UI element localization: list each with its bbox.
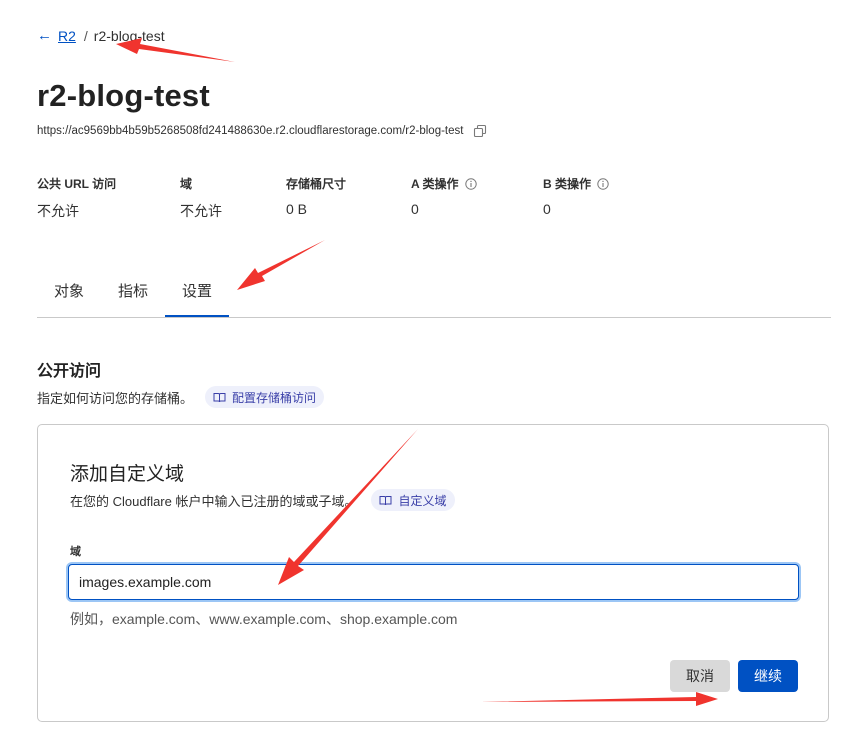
- page-title: r2-blog-test: [37, 78, 210, 113]
- domain-input[interactable]: [68, 564, 799, 600]
- breadcrumb-separator: /: [83, 27, 88, 44]
- breadcrumb: ← R2 / r2-blog-test: [37, 27, 165, 44]
- stat-value-domain: 不允许: [180, 203, 222, 219]
- book-icon: [213, 392, 226, 402]
- stat-label-class-b: B 类操作: [543, 175, 609, 192]
- info-icon[interactable]: [597, 177, 609, 190]
- stat-label-public-url: 公共 URL 访问: [37, 177, 117, 191]
- tab-settings[interactable]: 设置: [165, 268, 229, 317]
- copy-icon[interactable]: [473, 124, 487, 138]
- domain-field-label: 域: [70, 546, 81, 558]
- domain-hint: 例如，example.com、www.example.com、shop.exam…: [70, 611, 458, 627]
- tab-bar: 对象 指标 设置: [37, 268, 831, 318]
- custom-domain-doc-link[interactable]: 自定义域: [371, 489, 455, 511]
- add-custom-domain-card: 添加自定义域 在您的 Cloudflare 帐户中输入已注册的域或子域。 自定义…: [37, 424, 829, 722]
- bucket-url: https://ac9569bb4b59b5268508fd241488630e…: [37, 124, 487, 138]
- configure-bucket-access-link[interactable]: 配置存储桶访问: [205, 386, 325, 408]
- back-arrow-icon[interactable]: ←: [37, 27, 52, 44]
- tab-objects[interactable]: 对象: [37, 268, 101, 316]
- section-title-public-access: 公开访问: [37, 363, 102, 380]
- book-icon: [379, 495, 392, 505]
- breadcrumb-link-r2[interactable]: R2: [58, 28, 76, 44]
- card-description: 在您的 Cloudflare 帐户中输入已注册的域或子域。 自定义域: [70, 489, 455, 511]
- bucket-url-text: https://ac9569bb4b59b5268508fd241488630e…: [37, 125, 464, 137]
- section-description: 指定如何访问您的存储桶。 配置存储桶访问: [37, 386, 325, 408]
- card-description-text: 在您的 Cloudflare 帐户中输入已注册的域或子域。: [70, 493, 358, 509]
- stat-label-class-a: A 类操作: [411, 175, 477, 192]
- stat-value-public-url: 不允许: [37, 203, 79, 219]
- continue-button[interactable]: 继续: [738, 660, 798, 692]
- stat-label-bucket-size: 存储桶尺寸: [286, 177, 347, 191]
- tab-metrics[interactable]: 指标: [101, 268, 165, 316]
- card-title: 添加自定义域: [70, 464, 185, 485]
- info-icon[interactable]: [464, 177, 477, 190]
- stat-label-domain: 域: [180, 177, 193, 191]
- breadcrumb-current: r2-blog-test: [93, 27, 165, 44]
- section-description-text: 指定如何访问您的存储桶。: [37, 390, 194, 406]
- stat-value-class-a: 0: [411, 201, 419, 217]
- cancel-button[interactable]: 取消: [670, 660, 730, 692]
- stat-value-bucket-size: 0 B: [286, 201, 308, 217]
- stat-value-class-b: 0: [543, 201, 551, 217]
